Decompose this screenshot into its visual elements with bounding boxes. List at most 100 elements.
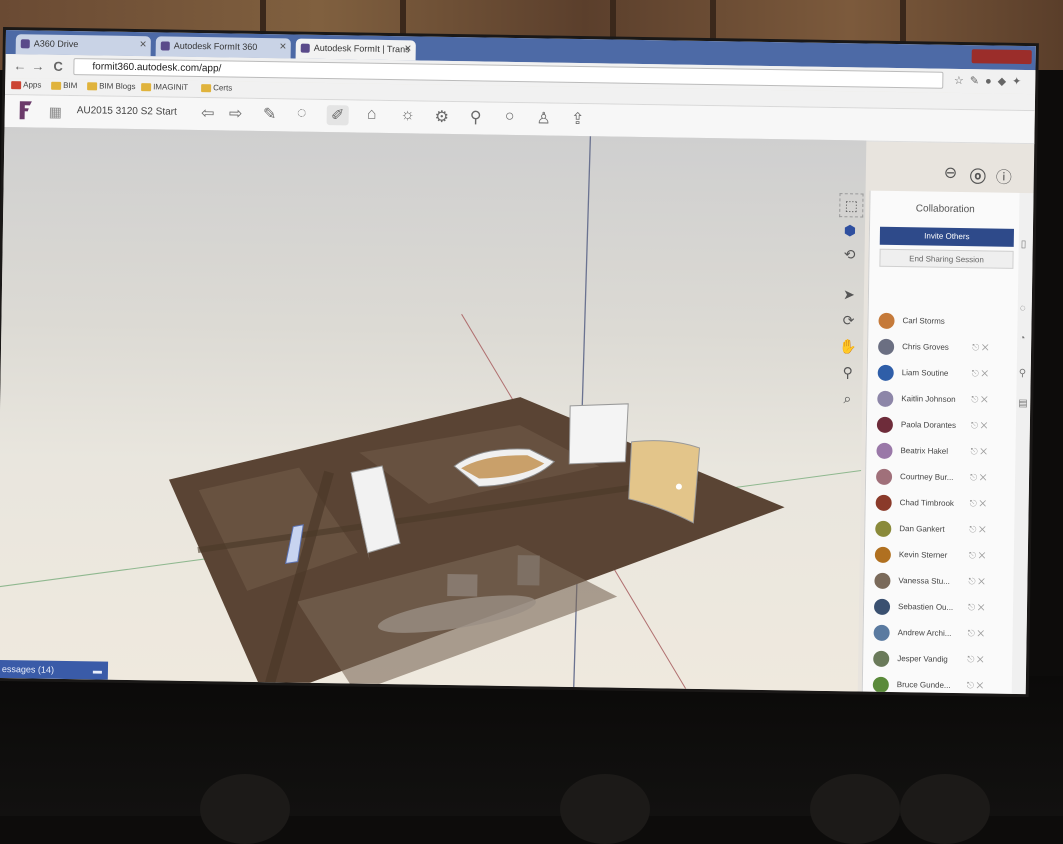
collaborator-name: Kevin Sterner (898, 550, 948, 560)
minimize-icon[interactable]: ▬ (93, 661, 102, 679)
bookmark-folder[interactable]: BIM Blogs (87, 81, 136, 91)
collaborator-row[interactable]: Bruce Gunde... ⎋ ✕ (872, 675, 1007, 694)
collaborator-row[interactable]: Kaitlin Johnson ⎋ ✕ (877, 389, 1011, 411)
select-box-icon[interactable]: ⬚ (839, 193, 864, 218)
cube-icon[interactable]: ⬢ (839, 219, 861, 241)
zoom-icon[interactable]: ⚲ (837, 361, 859, 383)
collaborator-row[interactable]: Chris Groves ⎋ ✕ (878, 337, 1012, 359)
forward-icon[interactable]: → (31, 58, 44, 73)
bookmark-apps[interactable]: Apps (11, 80, 41, 90)
collaborator-actions-icon[interactable]: ⎋ ✕ (970, 498, 987, 509)
user-list: Carl Storms Chris Groves ⎋ ✕ Liam Soutine ⎋ … (871, 191, 1021, 693)
collaborator-actions-icon[interactable]: ⎋ ✕ (970, 446, 987, 457)
browser-tab[interactable]: Autodesk FormIt 360 ✕ (155, 36, 291, 59)
settings-icon[interactable]: ⚙ (431, 107, 453, 127)
pencil-icon[interactable]: ✎ (259, 104, 281, 124)
close-icon[interactable]: ✕ (279, 41, 287, 52)
circle-icon[interactable]: ○ (499, 108, 521, 126)
bookmark-folder[interactable]: IMAGINiT (141, 82, 188, 92)
bookmark-folder[interactable]: Certs (201, 83, 232, 93)
collaborator-actions-icon[interactable]: ⎋ ✕ (967, 680, 984, 691)
collaborator-actions-icon[interactable]: ⎋ ✕ (968, 628, 985, 639)
collaborator-row[interactable]: Chad Timbrook ⎋ ✕ (875, 493, 1010, 515)
collaborator-name: Carl Storms (902, 316, 945, 326)
panel-icon[interactable]: ⚲ (1019, 368, 1027, 379)
pointer-icon[interactable]: ➤ (838, 283, 860, 305)
box-building (568, 403, 629, 465)
person-icon[interactable]: ♙ (533, 108, 555, 128)
3d-viewport[interactable] (0, 126, 867, 692)
collaborator-actions-icon[interactable]: ⎋ ✕ (969, 524, 986, 535)
collaborator-actions-icon[interactable]: ⎋ ✕ (969, 550, 986, 561)
zoom-extents-icon[interactable]: ⌕ (836, 387, 858, 409)
collaborator-name: Dan Gankert (899, 524, 945, 534)
close-icon[interactable]: ✕ (139, 39, 147, 50)
collaborator-actions-icon[interactable]: ⎋ ✕ (968, 602, 985, 613)
collaborator-row[interactable]: Vanessa Stu... ⎋ ✕ (874, 571, 1008, 593)
collaborator-name: Chad Timbrook (899, 498, 955, 508)
orbit-icon[interactable]: ⟳ (837, 309, 859, 331)
collaborator-name: Vanessa Stu... (898, 576, 950, 586)
collaborator-row[interactable]: Sebastien Ou... ⎋ ✕ (873, 597, 1008, 619)
collaborator-row[interactable]: Paola Dorantes ⎋ ✕ (876, 415, 1011, 437)
sun-icon[interactable]: ☼ (397, 106, 419, 124)
invite-others-button[interactable]: Invite Others (879, 226, 1015, 247)
browser-tab[interactable]: A360 Drive ✕ (15, 34, 151, 57)
formit-logo-icon[interactable] (17, 99, 35, 121)
collaborator-name: Courtney Bur... (900, 472, 954, 482)
undo-icon[interactable]: ⇦ (197, 103, 219, 123)
panel-icon[interactable]: ◔ (1019, 333, 1025, 344)
collaborator-actions-icon[interactable]: ⎋ ✕ (971, 420, 988, 431)
collaborator-actions-icon[interactable]: ⎋ ✕ (972, 342, 989, 353)
tab-favicon-icon (300, 43, 310, 53)
add-level-icon[interactable]: ⌂ (361, 106, 383, 124)
collaborator-actions-icon[interactable]: ⎋ ✕ (967, 654, 984, 665)
avatar (874, 546, 891, 563)
collaborator-row[interactable]: Dan Gankert ⎋ ✕ (875, 519, 1009, 541)
panel-icon[interactable]: ◌ (1020, 303, 1026, 314)
pan-hand-icon[interactable]: ✋ (837, 335, 859, 357)
audience-area (0, 676, 1063, 844)
scene-render (0, 136, 862, 692)
extension-icons[interactable]: ☆✎●◆✦ (954, 74, 1028, 88)
panel-icon[interactable]: ▤ (1018, 398, 1028, 409)
collaborator-row[interactable]: Kevin Sterner ⎋ ✕ (874, 545, 1009, 567)
shape-icon[interactable]: ◌ (291, 104, 313, 122)
grid-menu-icon[interactable]: ▦ (49, 104, 65, 120)
messages-tab[interactable]: essages (14) ▬ (0, 659, 109, 680)
collaborator-actions-icon[interactable]: ⎋ ✕ (970, 472, 987, 483)
avatar (875, 494, 892, 511)
collaborator-row[interactable]: Andrew Archi... ⎋ ✕ (873, 623, 1007, 645)
info-icon[interactable]: ⓘ (996, 164, 1012, 188)
collaborator-row[interactable]: Beatrix Hakel ⎋ ✕ (876, 441, 1010, 463)
window-controls[interactable] (971, 49, 1032, 65)
share-icon[interactable]: ⇪ (567, 109, 589, 129)
avatar (874, 572, 891, 589)
collaborator-actions-icon[interactable]: ⎋ ✕ (971, 394, 988, 405)
collaboration-panel: Collaboration Invite Others End Sharing … (861, 190, 1021, 694)
collaborator-row[interactable]: Carl Storms (878, 311, 1012, 333)
collaborator-name: Kaitlin Johnson (901, 394, 956, 404)
user-icon[interactable]: ⓞ (970, 163, 986, 187)
close-icon[interactable]: ✕ (404, 43, 412, 54)
avatar (873, 624, 890, 641)
collaborator-actions-icon[interactable]: ⎋ ✕ (968, 576, 985, 587)
collaborator-actions-icon[interactable]: ⎋ ✕ (972, 368, 989, 379)
sketch-icon[interactable]: ✐ (326, 105, 349, 126)
avatar (875, 520, 892, 537)
browser-tab-active[interactable]: Autodesk FormIt | Trans ✕ (295, 38, 416, 61)
redo-icon[interactable]: ⇨ (225, 103, 247, 123)
orbit-select-icon[interactable]: ⟲ (838, 243, 860, 265)
location-icon[interactable]: ⚲ (465, 107, 487, 127)
minus-circle-icon[interactable]: ⊖ (944, 163, 958, 183)
end-sharing-button[interactable]: End Sharing Session (879, 248, 1014, 269)
bookmark-folder[interactable]: BIM (51, 81, 77, 90)
avatar (878, 312, 895, 329)
back-icon[interactable]: ← (13, 58, 26, 73)
collaborator-row[interactable]: Jesper Vandig ⎋ ✕ (873, 649, 1007, 671)
collaborator-name: Sebastien Ou... (897, 602, 954, 612)
panel-icon[interactable]: ▯ (1021, 239, 1027, 250)
reload-icon[interactable]: C (53, 59, 63, 74)
collaborator-row[interactable]: Liam Soutine ⎋ ✕ (877, 363, 1012, 385)
collaborator-row[interactable]: Courtney Bur... ⎋ ✕ (875, 467, 1010, 489)
